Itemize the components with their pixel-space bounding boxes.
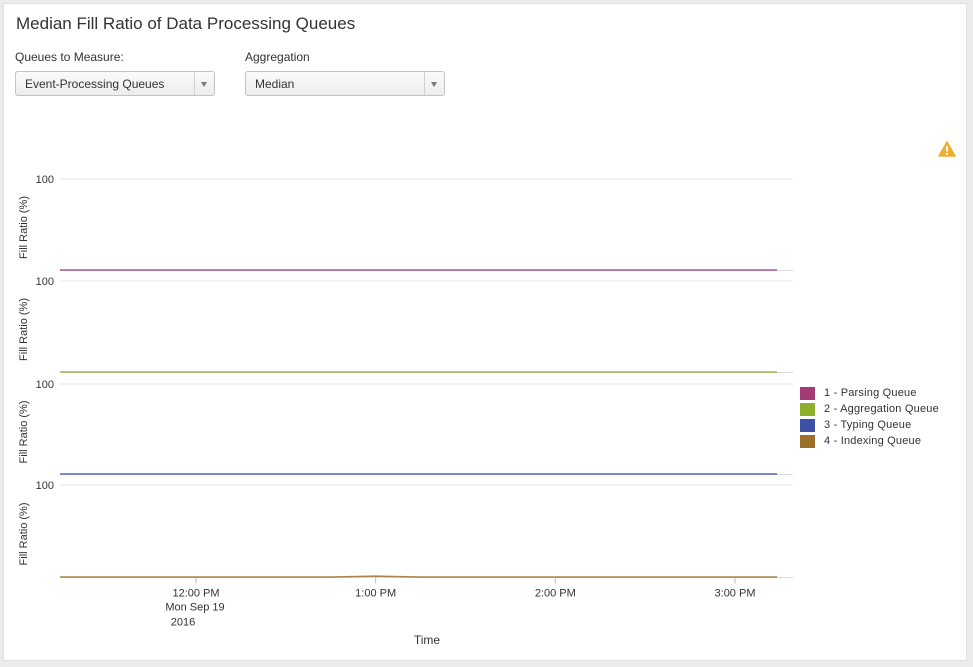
x-axis-label: Time [414, 633, 441, 647]
legend-label: 4 - Indexing Queue [824, 435, 922, 447]
x-tick-label: 1:00 PM [355, 588, 396, 600]
y-tick-label: 100 [36, 379, 54, 391]
x-tick-label: 3:00 PM [715, 588, 756, 600]
x-tick-label: 2:00 PM [535, 588, 576, 600]
y-axis-label: Fill Ratio (%) [18, 196, 30, 259]
y-tick-label: 100 [36, 174, 54, 186]
y-tick-label: 100 [36, 276, 54, 288]
fill-ratio-chart: 100 Fill Ratio (%) 100 Fill Ratio (%) 100 Fil… [18, 174, 793, 647]
legend-swatch [800, 435, 815, 448]
legend-label: 3 - Typing Queue [824, 419, 912, 431]
x-tick-date: Mon Sep 19 [165, 602, 224, 614]
legend-swatch [800, 403, 815, 416]
y-axis-label: Fill Ratio (%) [18, 401, 30, 464]
y-axis-label: Fill Ratio (%) [18, 298, 30, 361]
x-tick-year: 2016 [171, 617, 195, 629]
y-tick-label: 100 [36, 480, 54, 492]
legend-swatch [800, 387, 815, 400]
series-line-4 [60, 575, 777, 578]
legend-label: 2 - Aggregation Queue [824, 403, 939, 415]
legend-label: 1 - Parsing Queue [824, 387, 917, 399]
y-axis-label: Fill Ratio (%) [18, 503, 30, 566]
x-tick-label: 12:00 PM [172, 588, 219, 600]
legend-swatch [800, 419, 815, 432]
